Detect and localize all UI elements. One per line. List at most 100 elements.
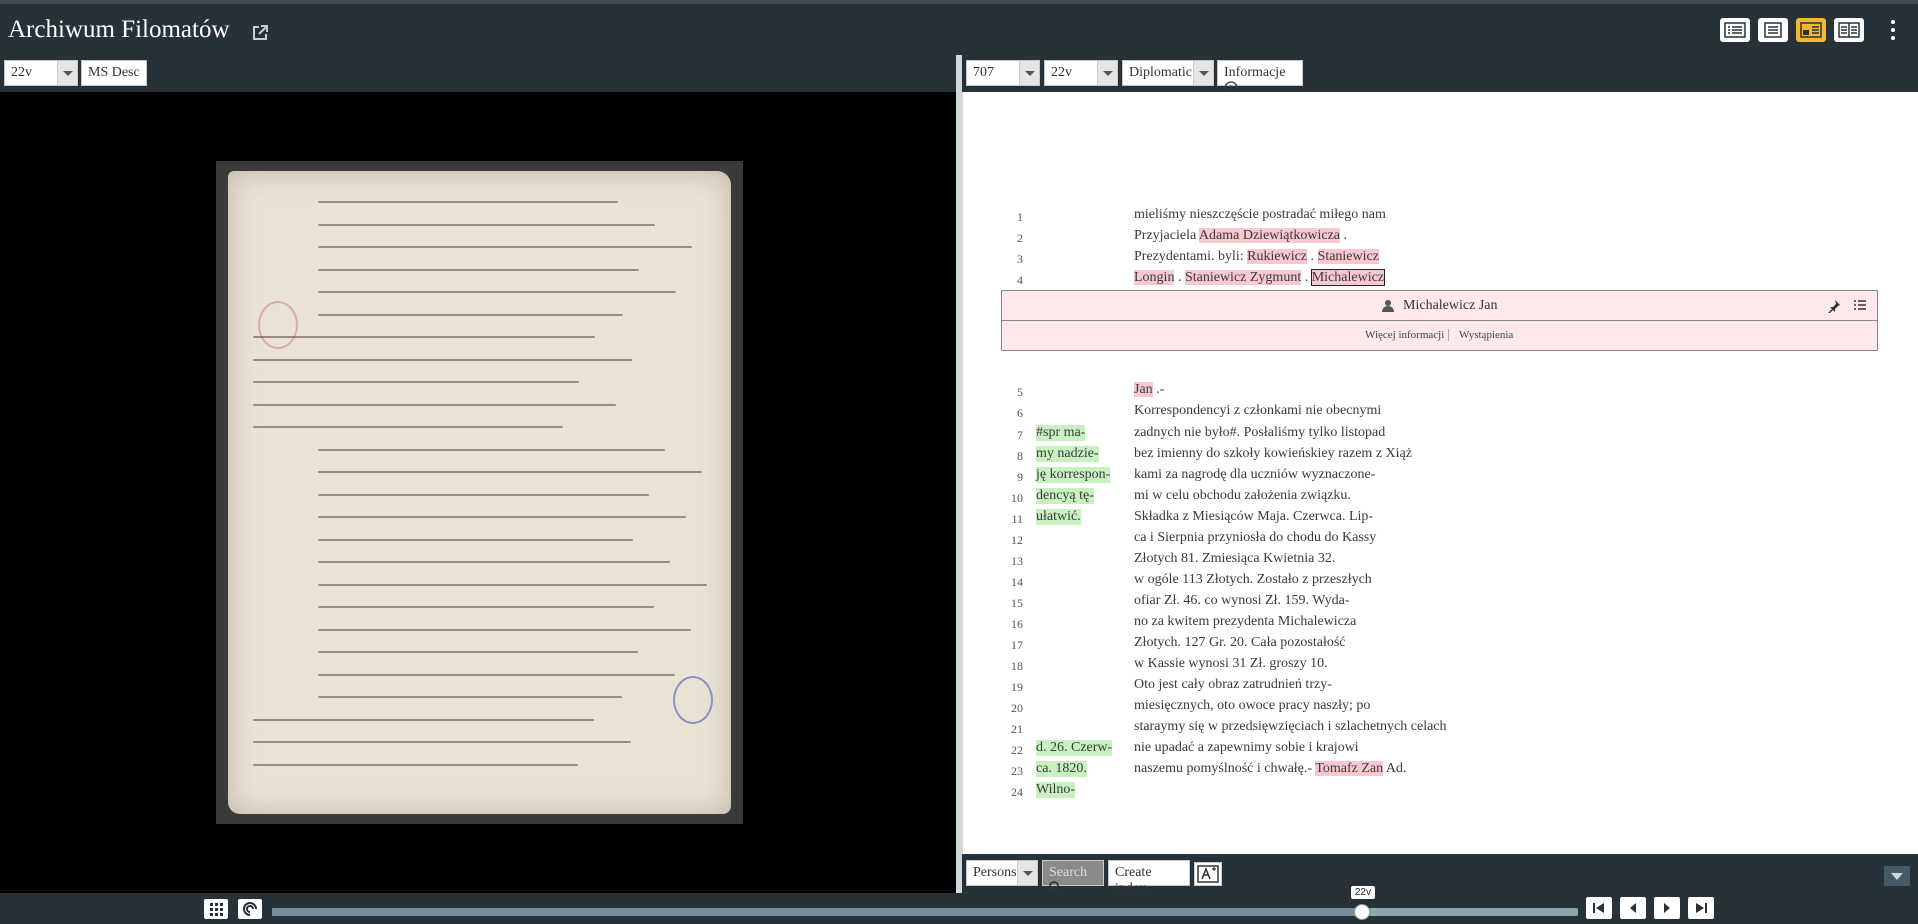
- marginal-note[interactable]: Wilno-: [1036, 782, 1076, 798]
- person-reference[interactable]: Staniewicz Zygmunt: [1184, 270, 1302, 285]
- entity-list-select[interactable]: Persons: [966, 860, 1038, 886]
- list-icon[interactable]: [1853, 299, 1867, 311]
- handwriting-line: [253, 336, 595, 338]
- transcription-folio-select[interactable]: 22v: [1044, 60, 1118, 86]
- pin-icon[interactable]: [1827, 299, 1841, 313]
- line-text: w Kassie wynosi 31 Zł. groszy 10.: [1134, 656, 1328, 672]
- person-reference-selected[interactable]: Michalewicz: [1310, 269, 1386, 286]
- marginal-note[interactable]: #spr ma-: [1036, 425, 1086, 441]
- transcription-line: 3 Prezydentami. byli: Rukiewicz . Staniew…: [963, 249, 1918, 269]
- handwriting-line: [253, 381, 579, 383]
- text-segment: Złotych 81. Zmiesiąca Kwietnia 32.: [1134, 551, 1336, 566]
- occurrences-link[interactable]: Wystąpienia: [1459, 329, 1513, 341]
- transcription-line: 20 miesięcznych, oto owoce pracy naszły; …: [963, 698, 1918, 718]
- previous-page-button[interactable]: [1620, 897, 1646, 919]
- external-link-icon[interactable]: [251, 24, 269, 42]
- marginal-note[interactable]: ca. 1820.: [1036, 761, 1087, 777]
- slider-fill: [272, 908, 1362, 916]
- edition-level-value: Diplomatic: [1129, 65, 1192, 80]
- handwriting-line: [318, 651, 638, 653]
- entity-name: Michalewicz Jan: [1403, 298, 1498, 313]
- line-number: 20: [1011, 701, 1023, 715]
- text-segment: mieliśmy nieszczęście postradać miłego n…: [1134, 207, 1386, 222]
- text-segment: no za kwitem prezydenta Michalewicza: [1134, 614, 1357, 629]
- transcription-line: 1 mieliśmy nieszczęście postradać miłego …: [963, 207, 1918, 227]
- manuscript-page: [228, 171, 731, 814]
- line-number: 22: [1011, 743, 1023, 757]
- manuscript-image[interactable]: [216, 161, 743, 824]
- person-reference[interactable]: Staniewicz: [1317, 249, 1379, 264]
- folio-select[interactable]: 22v: [4, 60, 78, 86]
- transcription-line: 10 dencyą tę-mi w celu obchodu założenia …: [963, 488, 1918, 508]
- create-index-button[interactable]: Create index: [1108, 860, 1190, 896]
- view-image-text-button[interactable]: [1796, 18, 1826, 42]
- font-size-button[interactable]: [1194, 862, 1222, 886]
- slider-label: 22v: [1350, 886, 1375, 899]
- top-bar: Archiwum Filomatów: [0, 0, 1918, 55]
- line-text: kami za nagrodę dla uczniów wyznaczone-: [1134, 467, 1375, 483]
- line-text: Złotych. 127 Gr. 20. Cała pozostałość: [1134, 635, 1346, 651]
- thumbnails-button[interactable]: [204, 899, 228, 919]
- chevron-right-icon: [1664, 903, 1670, 913]
- search-button[interactable]: Search: [1042, 860, 1104, 894]
- line-text: bez imienny do szkoły kowieńskiey razem …: [1134, 446, 1412, 462]
- text-segment: w ogóle 113 Złotych. Zostało z przeszłyc…: [1134, 572, 1372, 587]
- text-view-icon: [1764, 22, 1782, 38]
- line-number: 21: [1011, 722, 1023, 736]
- marginal-note[interactable]: ję korrespon-: [1036, 467, 1111, 483]
- transcription-line: 14 w ogóle 113 Złotych. Zostało z przeszł…: [963, 572, 1918, 592]
- line-text: nie upadać a zapewnimy sobie i krajowi: [1134, 740, 1359, 756]
- view-text-only-button[interactable]: [1758, 18, 1788, 42]
- handwriting-line: [318, 313, 623, 316]
- text-segment: kami za nagrodę dla uczniów wyznaczone-: [1134, 467, 1376, 482]
- history-button[interactable]: [238, 899, 262, 919]
- edition-level-select[interactable]: Diplomatic: [1122, 60, 1214, 86]
- line-text: Oto jest cały obraz zatrudnień trzy-: [1134, 677, 1332, 693]
- view-text-list-button[interactable]: [1720, 18, 1750, 42]
- text-segment: zadnych nie było#. Posłaliśmy tylko list…: [1134, 425, 1386, 440]
- person-reference[interactable]: Tomafz Zan: [1315, 761, 1384, 776]
- handwriting-line: [318, 201, 618, 203]
- line-number: 24: [1011, 785, 1023, 799]
- person-reference[interactable]: Adama Dziewiątkowicza: [1198, 228, 1341, 243]
- handwriting-line: [253, 741, 631, 743]
- text-segment: .-: [1152, 382, 1165, 397]
- line-text: Prezydentami. byli: Rukiewicz . Staniewi…: [1134, 249, 1379, 265]
- document-select[interactable]: 707: [966, 60, 1040, 86]
- more-info-link[interactable]: Więcej informacji: [1365, 329, 1450, 341]
- text-segment: .: [1340, 228, 1348, 243]
- marginal-note[interactable]: d. 26. Czerw-: [1036, 740, 1113, 756]
- last-page-button[interactable]: [1688, 897, 1714, 919]
- marginal-note[interactable]: my nadzie-: [1036, 446, 1099, 462]
- line-text: miesięcznych, oto owoce pracy naszły; po: [1134, 698, 1370, 714]
- line-text: Przyjaciela Adama Dziewiątkowicza .: [1134, 228, 1347, 244]
- marginal-note[interactable]: ułatwić.: [1036, 509, 1081, 525]
- first-page-button[interactable]: [1586, 897, 1612, 919]
- folio-select-value: 22v: [11, 65, 32, 80]
- next-page-button[interactable]: [1654, 897, 1680, 919]
- line-text: staraymy się w przedsięwzięciach i szlac…: [1134, 719, 1447, 735]
- marginal-note[interactable]: dencyą tę-: [1036, 488, 1094, 504]
- text-segment: bez imienny do szkoły kowieńskiey razem …: [1134, 446, 1412, 461]
- view-mode-buttons: [1720, 18, 1864, 42]
- person-reference[interactable]: Jan: [1134, 382, 1153, 397]
- collapse-toolbar-icon[interactable]: [1884, 866, 1910, 886]
- line-text: no za kwitem prezydenta Michalewicza: [1134, 614, 1356, 630]
- text-segment: ca i Sierpnia przyniosła do chodu do Kas…: [1134, 530, 1377, 545]
- person-reference[interactable]: Longin: [1134, 270, 1175, 285]
- info-button[interactable]: Informacje: [1217, 60, 1303, 95]
- slider-handle[interactable]: [1353, 904, 1370, 920]
- line-text: mi w celu obchodu założenia związku.: [1134, 488, 1351, 504]
- ms-desc-button[interactable]: MS Desc: [81, 60, 147, 86]
- entity-popup: Michalewicz Jan Więcej informacji Wystąp…: [1001, 290, 1878, 351]
- line-text: zadnych nie było#. Posłaliśmy tylko list…: [1134, 425, 1385, 441]
- person-reference[interactable]: Rukiewicz: [1247, 249, 1308, 264]
- transcription-line: 4 Longin . Staniewicz Zygmunt . Michalewi…: [963, 269, 1918, 290]
- line-text: w ogóle 113 Złotych. Zostało z przeszłyc…: [1134, 572, 1372, 588]
- transcription-line: 21 staraymy się w przedsięwzięciach i szl…: [963, 719, 1918, 739]
- transcription-line: 9 ję korrespon- kami za nagrodę dla uczni…: [963, 467, 1918, 487]
- faded-stamp: [258, 301, 298, 349]
- view-split-text-button[interactable]: [1834, 18, 1864, 42]
- more-menu-icon[interactable]: [1888, 18, 1898, 42]
- folio-slider[interactable]: 22v: [272, 886, 1578, 920]
